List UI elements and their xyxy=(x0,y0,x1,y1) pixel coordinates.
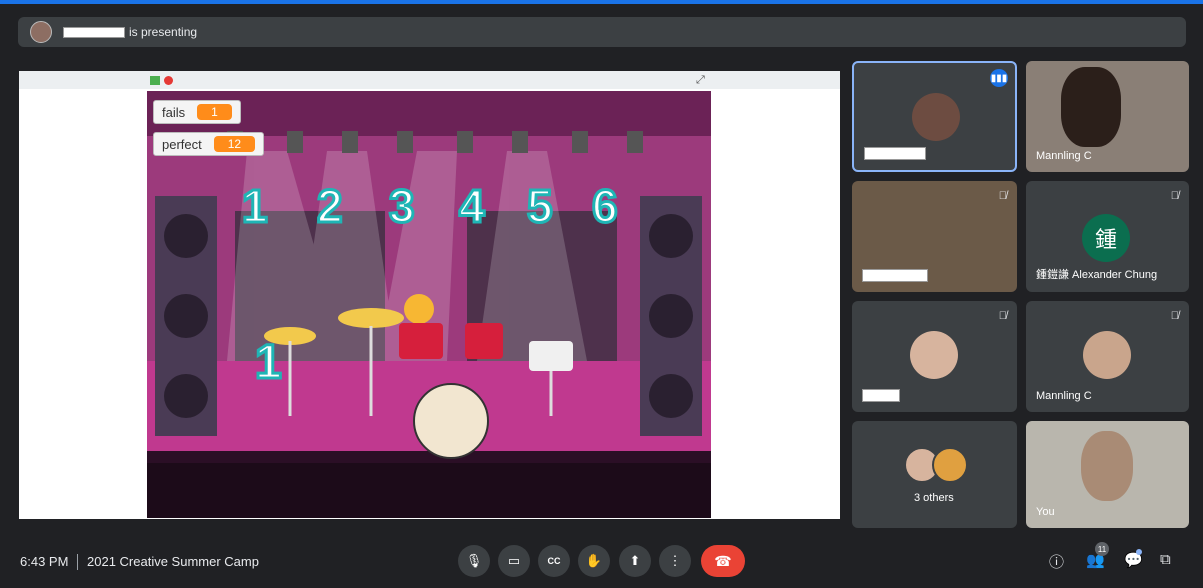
present-icon: ⬆ xyxy=(629,553,641,568)
participant-tile-girl[interactable]: 🎙̸ xyxy=(852,301,1017,412)
presenter-name-redacted xyxy=(63,26,125,38)
participant-letter-avatar: 鍾 xyxy=(1082,214,1130,262)
mic-off-icon: 🎙̸ xyxy=(1170,310,1179,322)
participant-avatar xyxy=(910,331,958,379)
lane-number: 2 xyxy=(316,179,345,234)
raise-hand-button[interactable]: ✋ xyxy=(578,545,610,577)
lane-number: 5 xyxy=(526,179,555,234)
presenting-label: is presenting xyxy=(129,25,198,39)
fails-value: 1 xyxy=(197,104,232,120)
game-stage[interactable]: fails 1 perfect 12 123456 1 xyxy=(147,91,711,518)
more-options-button[interactable]: ⋮ xyxy=(659,545,691,577)
meeting-controls-bar: 6:43 PM 2021 Creative Summer Camp 🎙 ▭ CC… xyxy=(0,540,1203,588)
hand-icon: ✋ xyxy=(585,553,603,568)
mic-button[interactable]: 🎙 xyxy=(458,545,490,577)
participants-count-badge: 11 xyxy=(1095,542,1109,556)
meeting-title: 2021 Creative Summer Camp xyxy=(87,554,259,569)
participant-tile-mannling[interactable]: 🎙̸ Mannling C xyxy=(1026,301,1189,412)
scratch-toolbar: ⤢ xyxy=(19,71,840,89)
green-flag-icon[interactable] xyxy=(150,76,160,85)
participant-name: Mannling C xyxy=(1036,390,1092,402)
mic-off-icon: 🎙̸ xyxy=(1170,190,1179,202)
lane-number: 4 xyxy=(458,179,487,234)
stop-icon[interactable] xyxy=(164,76,173,85)
participant-name: Mannling C xyxy=(1036,150,1092,162)
phone-hangup-icon: ☎ xyxy=(714,552,732,569)
participant-avatar xyxy=(912,93,960,141)
top-accent-line xyxy=(0,0,1203,4)
perfect-variable: perfect 12 xyxy=(153,132,265,156)
mic-icon: 🎙 xyxy=(465,553,483,568)
end-call-button[interactable]: ☎ xyxy=(701,545,745,577)
divider xyxy=(77,554,78,570)
participant-avatar xyxy=(1083,331,1131,379)
hit-number: 1 xyxy=(254,335,284,391)
participant-video xyxy=(1061,67,1121,147)
speaking-indicator-icon: ▮▮▮ xyxy=(990,69,1008,87)
camera-button[interactable]: ▭ xyxy=(498,545,530,577)
info-icon[interactable]: ⓘ xyxy=(1049,551,1064,572)
participant-tile-speaking[interactable]: ▮▮▮ xyxy=(852,61,1017,172)
participant-name: 鍾鎧謙 Alexander Chung xyxy=(1036,269,1158,281)
perfect-value: 12 xyxy=(213,136,256,152)
participant-name-redacted xyxy=(862,389,900,402)
more-vert-icon: ⋮ xyxy=(668,553,682,568)
lane-number: 3 xyxy=(388,179,417,234)
fails-label: fails xyxy=(162,104,186,120)
participant-tile-mannling-video[interactable]: Mannling C xyxy=(1026,61,1189,172)
present-button[interactable]: ⬆ xyxy=(619,545,651,577)
mic-off-icon: 🎙̸ xyxy=(998,190,1007,202)
participant-tile-room[interactable]: 🎙̸ xyxy=(852,181,1017,292)
participant-name: 3 others xyxy=(914,492,954,504)
participant-tile-you[interactable]: You xyxy=(1026,421,1189,528)
presenting-banner: is presenting xyxy=(18,17,1186,47)
mic-off-icon: 🎙̸ xyxy=(998,310,1007,322)
captions-icon: CC xyxy=(547,556,561,566)
camera-icon: ▭ xyxy=(507,553,521,568)
perfect-label: perfect xyxy=(162,136,202,152)
participant-tile-alexander[interactable]: 🎙̸ 鍾 鍾鎧謙 Alexander Chung xyxy=(1026,181,1189,292)
participant-name: You xyxy=(1036,506,1055,518)
fails-variable: fails 1 xyxy=(153,100,241,124)
participant-avatar xyxy=(932,447,968,483)
presenter-avatar xyxy=(30,21,52,43)
shared-screen: ⤢ fails 1 perfect 12 1 2 3 4 5 6 1 xyxy=(19,71,840,519)
participant-name-redacted xyxy=(864,147,926,160)
participant-video xyxy=(1081,431,1133,501)
fullscreen-icon[interactable]: ⤢ xyxy=(696,74,705,87)
lane-number: 1 xyxy=(241,179,270,234)
participant-name-redacted xyxy=(862,269,928,282)
meeting-time: 6:43 PM xyxy=(20,554,69,569)
captions-button[interactable]: CC xyxy=(538,545,570,577)
participant-tile-others[interactable]: 3 others xyxy=(852,421,1017,528)
activities-icon[interactable]: ⧉ xyxy=(1160,551,1171,568)
chat-unread-dot xyxy=(1136,549,1142,555)
lane-number: 6 xyxy=(591,179,620,234)
